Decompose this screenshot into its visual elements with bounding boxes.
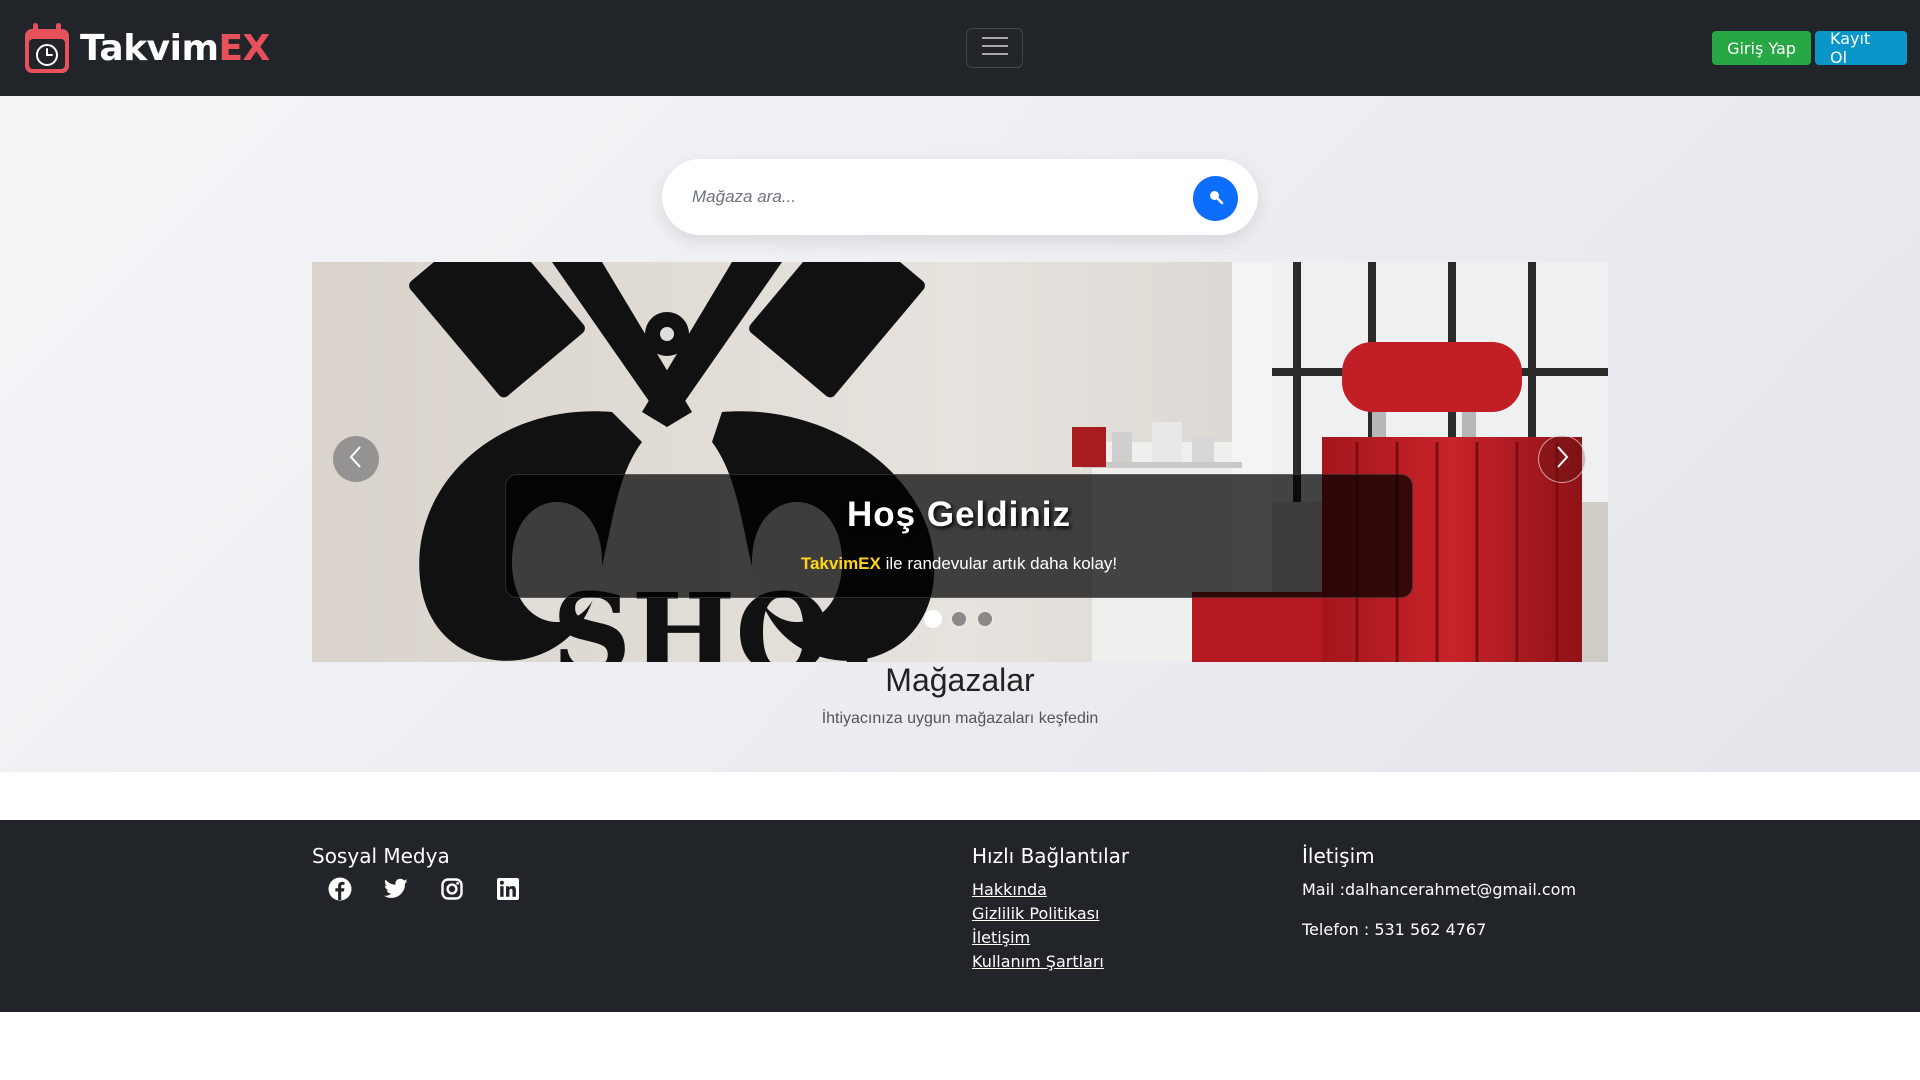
menu-toggle-button[interactable] xyxy=(966,28,1023,68)
stores-title: Mağazalar xyxy=(885,662,1035,698)
search-icon xyxy=(1208,189,1224,209)
caption-highlight: TakvimEX xyxy=(800,554,881,573)
link-terms-of-use[interactable]: Kullanım Şartları xyxy=(972,950,1104,974)
caption-title: Hoş Geldiniz xyxy=(847,495,1071,534)
stores-subtitle: İhtiyacınıza uygun mağazaları keşfedin xyxy=(821,710,1099,727)
brand-name-part1: Takvim xyxy=(80,27,219,69)
chevron-right-icon xyxy=(1554,445,1570,473)
login-button[interactable]: Giriş Yap xyxy=(1712,31,1811,65)
auth-buttons: Giriş Yap Kayıt Ol xyxy=(1712,29,1907,67)
twitter-link[interactable] xyxy=(368,875,424,907)
navbar: TakvimEX Giriş Yap Kayıt Ol xyxy=(0,0,1920,96)
link-contact[interactable]: İletişim xyxy=(972,926,1104,950)
instagram-icon xyxy=(441,878,463,904)
linkedin-link[interactable] xyxy=(480,875,536,907)
carousel-caption: Hoş Geldiniz TakvimEX ile randevular art… xyxy=(505,474,1413,598)
search-button[interactable] xyxy=(1193,176,1238,221)
chevron-left-icon xyxy=(348,445,364,473)
link-about[interactable]: Hakkında xyxy=(972,878,1104,902)
twitter-icon xyxy=(383,878,408,904)
facebook-link[interactable] xyxy=(312,875,368,907)
contact-title: İletişim xyxy=(1302,844,1375,868)
quick-links-list: Hakkında Gizlilik Politikası İletişim Ku… xyxy=(972,878,1104,974)
contact-info: Mail :dalhancerahmet@gmail.com Telefon :… xyxy=(1302,878,1576,942)
quick-links-title: Hızlı Bağlantılar xyxy=(972,844,1130,868)
hamburger-icon xyxy=(981,36,1008,60)
footer: Sosyal Medya Hızlı Bağlantılar Hakkında … xyxy=(0,820,1920,1012)
carousel-slide-image: SHOP xyxy=(312,262,1608,662)
carousel-indicators xyxy=(924,610,994,628)
hero-carousel: SHOP Hoş Geldiniz TakvimEX ile randevula… xyxy=(312,262,1608,662)
social-icons xyxy=(312,875,536,907)
hero-section: SHOP Hoş Geldiniz TakvimEX ile randevula… xyxy=(0,96,1920,772)
social-media-title: Sosyal Medya xyxy=(312,844,450,868)
caption-subtitle: TakvimEX ile randevular artık daha kolay… xyxy=(506,554,1412,574)
caption-text: ile randevular artık daha kolay! xyxy=(880,554,1118,573)
carousel-next-button[interactable] xyxy=(1538,435,1586,483)
search-input[interactable] xyxy=(692,177,1152,217)
contact-mail: Mail :dalhancerahmet@gmail.com xyxy=(1302,880,1577,899)
register-button[interactable]: Kayıt Ol xyxy=(1815,29,1907,67)
linkedin-icon xyxy=(497,878,519,904)
facebook-icon xyxy=(328,877,352,905)
instagram-link[interactable] xyxy=(424,875,480,907)
carousel-indicator-1[interactable] xyxy=(924,610,942,628)
contact-phone: Telefon : 531 562 4767 xyxy=(1302,920,1487,939)
brand-name: TakvimEX xyxy=(80,28,270,69)
brand-name-part2: EX xyxy=(218,27,270,69)
link-privacy-policy[interactable]: Gizlilik Politikası xyxy=(972,902,1104,926)
carousel-indicator-2[interactable] xyxy=(950,610,968,628)
calendar-clock-icon xyxy=(22,21,72,75)
search-bar xyxy=(662,159,1258,235)
carousel-prev-button[interactable] xyxy=(333,436,379,482)
brand-logo[interactable]: TakvimEX xyxy=(22,20,270,76)
carousel-indicator-3[interactable] xyxy=(976,610,994,628)
